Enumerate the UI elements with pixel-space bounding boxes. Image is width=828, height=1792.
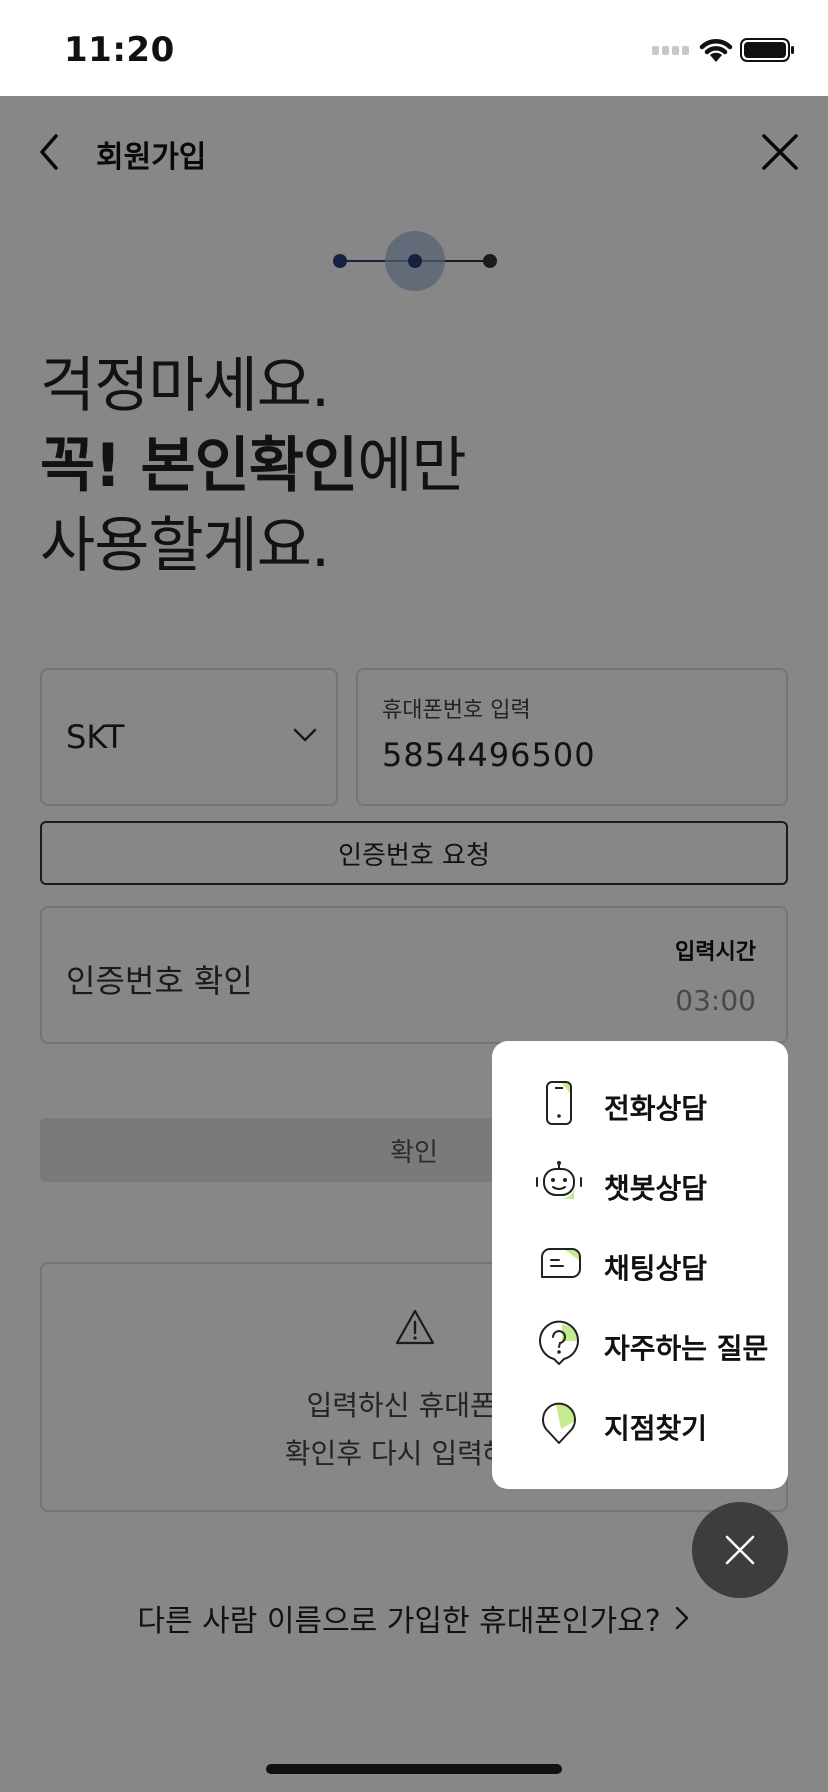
cellular-signal-icon — [652, 46, 689, 55]
menu-item-faq[interactable]: 자주하는 질문 — [492, 1303, 788, 1383]
menu-item-phone-consult[interactable]: 전화상담 — [492, 1063, 788, 1143]
chatbot-icon — [536, 1161, 582, 1199]
location-pin-icon — [542, 1402, 576, 1444]
close-menu-button[interactable] — [692, 1502, 788, 1598]
close-icon — [725, 1535, 755, 1565]
menu-label-chat-consult: 채팅상담 — [604, 1252, 708, 1285]
wifi-icon — [699, 39, 733, 62]
menu-label-branch-finder: 지점찾기 — [604, 1412, 708, 1445]
faq-icon — [539, 1320, 579, 1365]
menu-item-chat-consult[interactable]: 채팅상담 — [492, 1223, 788, 1303]
home-indicator[interactable] — [266, 1764, 562, 1774]
menu-label-phone-consult: 전화상담 — [604, 1092, 708, 1125]
menu-label-chatbot-consult: 챗봇상담 — [604, 1172, 708, 1205]
menu-item-branch-finder[interactable]: 지점찾기 — [492, 1383, 788, 1463]
status-bar: 11:20 — [0, 0, 828, 96]
status-time: 11:20 — [64, 30, 175, 70]
battery-icon — [740, 38, 794, 62]
consultation-menu: 전화상담 챗봇상담 채팅상담 자주하는 질문 지점찾기 — [492, 1041, 788, 1489]
menu-item-chatbot-consult[interactable]: 챗봇상담 — [492, 1143, 788, 1223]
phone-icon — [546, 1081, 572, 1125]
chat-bubble-icon — [541, 1248, 581, 1278]
menu-label-faq: 자주하는 질문 — [604, 1332, 769, 1365]
